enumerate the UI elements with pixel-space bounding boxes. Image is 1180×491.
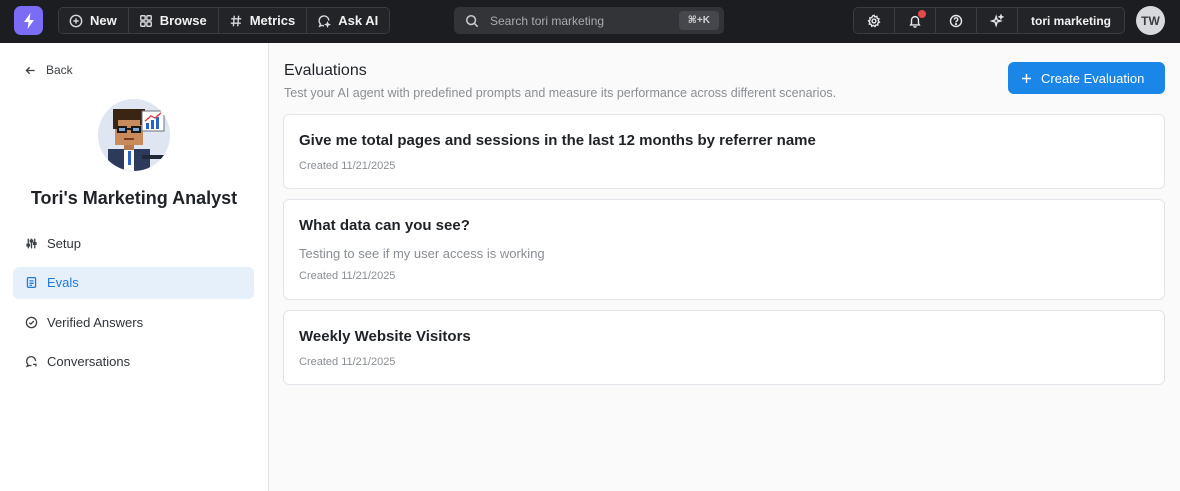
- metrics-button[interactable]: Metrics: [218, 8, 308, 33]
- main-content: Evaluations Test your AI agent with pred…: [269, 43, 1180, 491]
- agent-avatar: [98, 99, 170, 171]
- workspace-switcher[interactable]: tori marketing: [1018, 8, 1125, 33]
- pixel-analyst-avatar: [98, 99, 170, 171]
- metrics-button-label: Metrics: [249, 13, 296, 28]
- page-subtitle: Test your AI agent with predefined promp…: [284, 86, 837, 100]
- menu-item-verified-answers[interactable]: Verified Answers: [13, 306, 254, 338]
- top-bar: New Browse Metrics Ask AI Search tori ma…: [0, 0, 1180, 43]
- agent-menu: Setup Evals Verified Answers Conversatio…: [13, 227, 254, 385]
- ai-sparkle-button[interactable]: [977, 8, 1018, 33]
- chat-bubbles-icon: [25, 356, 37, 368]
- menu-item-label: Conversations: [47, 354, 131, 369]
- evaluation-created: Created 11/21/2025: [299, 160, 396, 172]
- user-initials: TW: [1141, 13, 1160, 28]
- grid-icon: [139, 14, 152, 27]
- menu-item-setup[interactable]: Setup: [13, 227, 254, 259]
- evaluation-card[interactable]: What data can you see? Testing to see if…: [283, 199, 1165, 300]
- menu-item-evals[interactable]: Evals: [13, 266, 254, 299]
- chat-sparkle-icon: [318, 14, 332, 28]
- plus-circle-icon: [69, 14, 83, 27]
- sliders-icon: [26, 238, 37, 248]
- evaluation-created: Created 11/21/2025: [299, 270, 396, 282]
- search-icon: [465, 14, 479, 27]
- evaluation-created: Created 11/21/2025: [299, 356, 396, 368]
- notification-badge: [917, 9, 927, 19]
- sparkle-icon: [990, 13, 1004, 28]
- evaluation-title: Give me total pages and sessions in the …: [299, 132, 816, 149]
- workspace-label: tori marketing: [1031, 13, 1112, 28]
- evaluation-card[interactable]: Give me total pages and sessions in the …: [283, 114, 1165, 189]
- browse-button[interactable]: Browse: [128, 8, 219, 33]
- create-evaluation-label: Create Evaluation: [1041, 70, 1145, 86]
- help-circle-icon: [949, 14, 963, 27]
- gear-icon: [867, 13, 881, 28]
- ask-ai-button-label: Ask AI: [338, 13, 379, 28]
- evaluation-title: Weekly Website Visitors: [299, 328, 471, 345]
- new-button-label: New: [90, 13, 117, 28]
- evaluation-card[interactable]: Weekly Website Visitors Created 11/21/20…: [283, 310, 1165, 385]
- app-logo[interactable]: [14, 6, 43, 35]
- arrow-left-icon: [25, 66, 35, 74]
- new-button[interactable]: New: [59, 8, 129, 33]
- utility-nav: tori marketing: [853, 7, 1126, 34]
- sidebar: Back Tori's Marketing Analyst Setup Eval…: [0, 43, 269, 491]
- check-circle-icon: [25, 316, 38, 328]
- evaluation-title: What data can you see?: [299, 217, 470, 234]
- agent-name: Tori's Marketing Analyst: [30, 188, 238, 208]
- notifications-button[interactable]: [895, 8, 936, 33]
- search-shortcut: ⌘+K: [678, 11, 719, 30]
- user-avatar[interactable]: TW: [1136, 6, 1165, 35]
- page-title: Evaluations: [284, 62, 367, 79]
- menu-item-label: Evals: [47, 275, 79, 290]
- back-link[interactable]: Back: [24, 63, 73, 77]
- menu-item-conversations[interactable]: Conversations: [13, 346, 254, 378]
- ask-ai-button[interactable]: Ask AI: [307, 8, 390, 33]
- plus-icon: [1022, 73, 1031, 83]
- hash-icon: [230, 15, 241, 26]
- search-input[interactable]: Search tori marketing ⌘+K: [454, 7, 724, 34]
- lightning-icon: [23, 12, 34, 29]
- create-evaluation-button[interactable]: Create Evaluation: [1008, 62, 1165, 94]
- menu-item-label: Setup: [47, 235, 81, 251]
- primary-nav: New Browse Metrics Ask AI: [58, 7, 391, 34]
- settings-button[interactable]: [854, 8, 895, 33]
- search-placeholder: Search tori marketing: [490, 13, 605, 28]
- evaluation-description: Testing to see if my user access is work…: [299, 246, 545, 261]
- browse-button-label: Browse: [159, 13, 207, 28]
- back-label: Back: [46, 63, 73, 77]
- help-button[interactable]: [936, 8, 977, 33]
- menu-item-label: Verified Answers: [47, 314, 144, 330]
- clipboard-icon: [26, 276, 37, 289]
